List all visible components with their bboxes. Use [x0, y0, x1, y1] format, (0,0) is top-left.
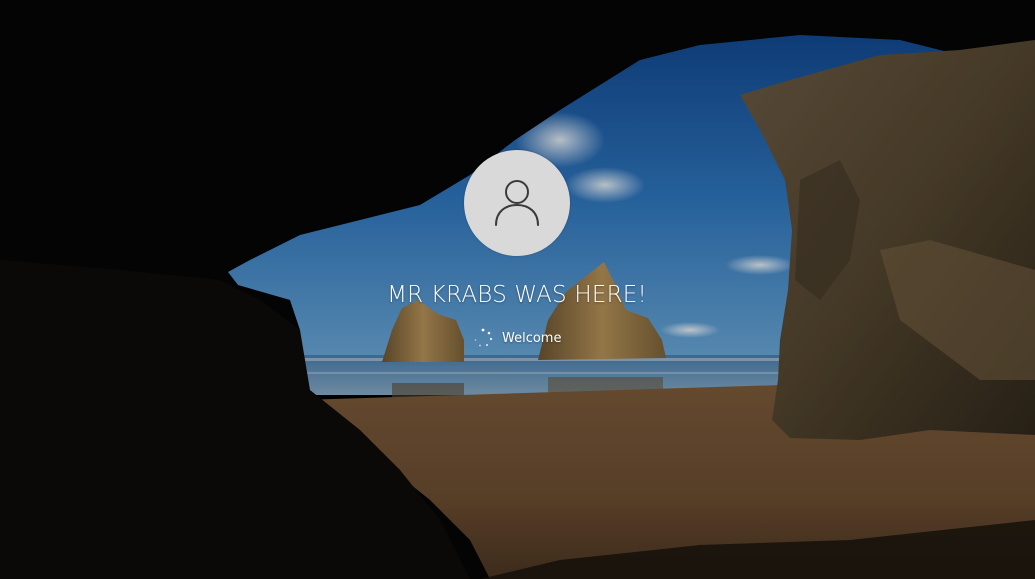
loading-spinner-icon [474, 328, 493, 347]
sign-in-status: Welcome [472, 323, 561, 353]
user-icon [495, 180, 539, 226]
lock-screen: MR KRABS WAS HERE! Welcome [0, 0, 1035, 579]
status-text: Welcome [502, 330, 562, 346]
username-label: MR KRABS WAS HERE! [387, 282, 647, 308]
user-avatar [464, 150, 570, 256]
